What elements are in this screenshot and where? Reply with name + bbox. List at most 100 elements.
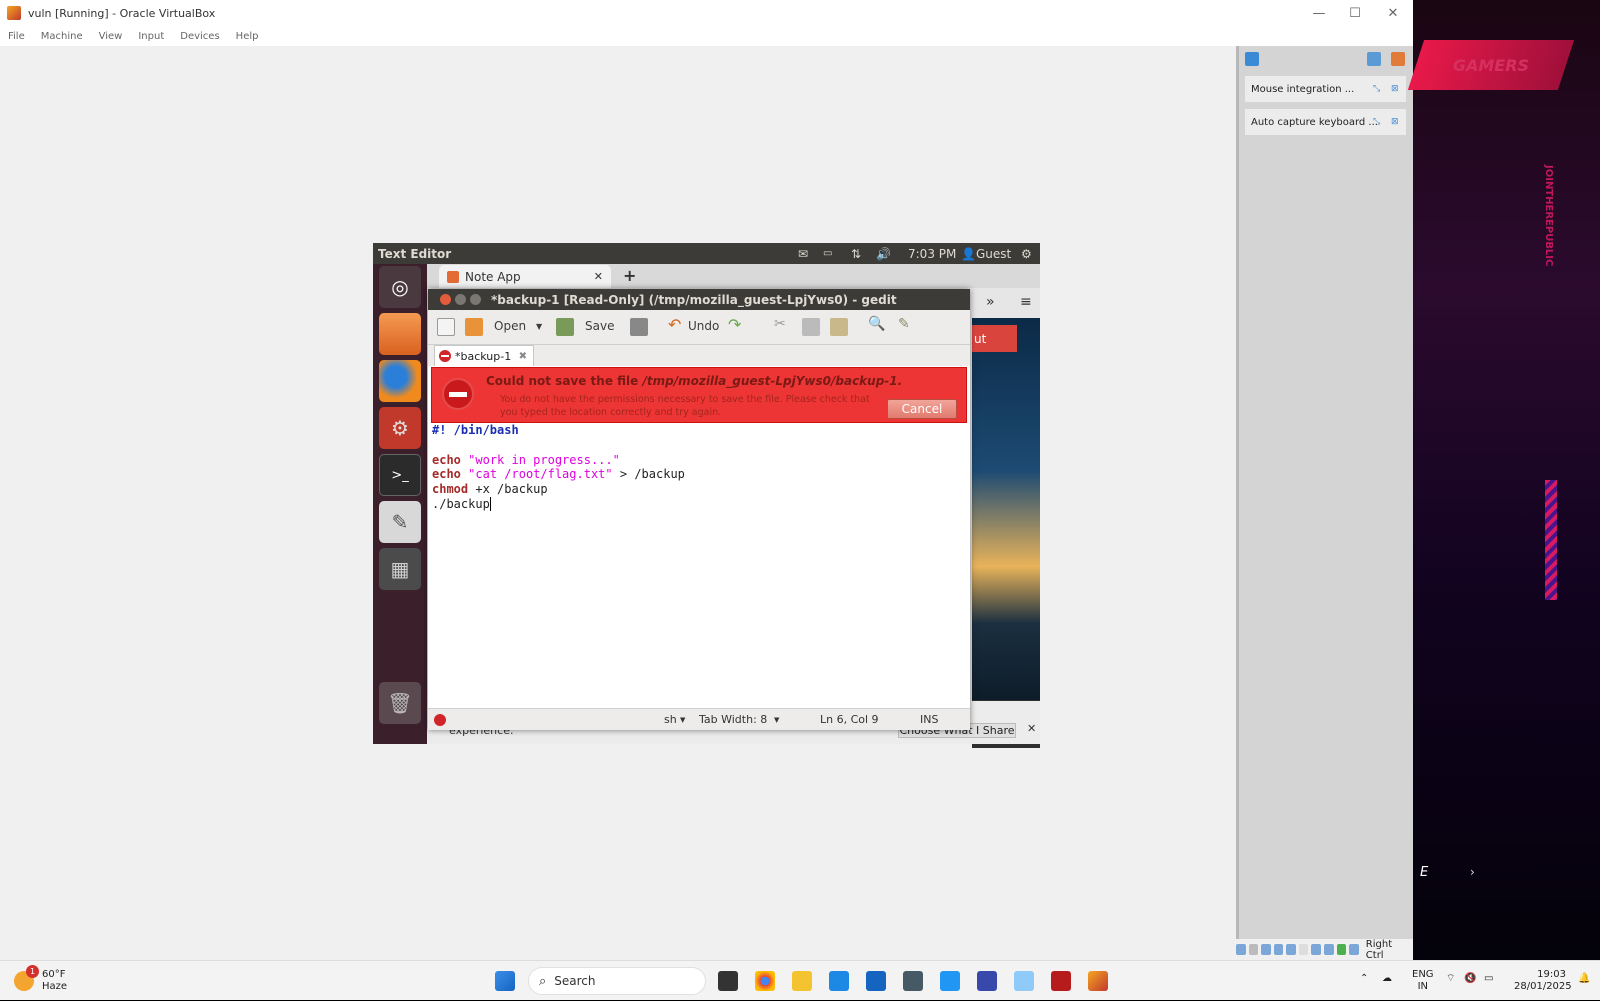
copy-icon[interactable] <box>802 318 820 336</box>
redo-icon[interactable]: ↷ <box>728 315 741 334</box>
battery-icon[interactable]: ▭ <box>1484 973 1493 985</box>
windows-start-icon[interactable] <box>495 971 515 991</box>
menu-input[interactable]: Input <box>138 31 164 42</box>
mouse-integration-icon[interactable] <box>1349 944 1359 955</box>
new-document-icon[interactable] <box>437 318 455 336</box>
notifications-icon[interactable]: 🔔 <box>1578 973 1590 985</box>
network-icon[interactable]: ⇅ <box>851 247 861 261</box>
tray-overflow-icon[interactable]: ⌃ <box>1360 973 1368 985</box>
usb-icon[interactable] <box>1286 944 1296 955</box>
open-folder-icon[interactable] <box>465 318 483 336</box>
shared-folder-icon[interactable] <box>1298 944 1309 955</box>
language-selector[interactable]: sh <box>664 713 677 726</box>
paste-icon[interactable] <box>830 318 848 336</box>
system-settings-icon[interactable]: ⚙ <box>379 407 421 449</box>
close-notification-icon[interactable]: ⊠ <box>1391 84 1401 94</box>
weather-widget[interactable]: 1 60°F Haze <box>14 965 67 993</box>
close-tab-icon[interactable]: ✕ <box>594 270 603 283</box>
panel-toggle-icon[interactable] <box>1367 52 1381 66</box>
settings-gear-icon[interactable]: ⚙ <box>1021 247 1032 261</box>
remote-desktop-icon[interactable] <box>829 971 849 991</box>
notification-center-icon[interactable] <box>1245 52 1259 66</box>
tab-width-selector[interactable]: Tab Width: 8 <box>699 713 767 726</box>
onedrive-icon[interactable]: ☁ <box>1382 973 1392 985</box>
app-icon[interactable] <box>977 971 997 991</box>
notification-mouse-integration[interactable]: Mouse integration ... ⤡ ⊠ <box>1245 76 1406 102</box>
menu-help[interactable]: Help <box>236 31 259 42</box>
gedit-maximize-button[interactable] <box>470 294 481 305</box>
web-page-button[interactable]: ut <box>972 325 1017 352</box>
trash-icon[interactable]: 🗑 <box>379 682 421 724</box>
firefox-icon[interactable] <box>379 360 421 402</box>
close-notification-icon[interactable]: ⊠ <box>1391 117 1401 127</box>
overflow-chevron-icon[interactable]: » <box>986 294 995 310</box>
save-button[interactable]: Save <box>585 319 614 333</box>
dash-home-icon[interactable]: ◎ <box>379 266 421 308</box>
microsoft-store-icon[interactable] <box>866 971 886 991</box>
maximize-button[interactable]: ☐ <box>1336 0 1374 26</box>
audio-icon[interactable] <box>1261 944 1271 955</box>
new-tab-button[interactable]: + <box>623 266 636 285</box>
tab-width-dropdown-icon[interactable]: ▼ <box>774 716 779 724</box>
menu-view[interactable]: View <box>99 31 123 42</box>
menu-machine[interactable]: Machine <box>41 31 83 42</box>
dismiss-all-icon[interactable] <box>1391 52 1405 66</box>
terminal-icon[interactable]: >_ <box>379 454 421 496</box>
language-dropdown-icon[interactable]: ▼ <box>680 716 685 724</box>
text-cursor <box>489 496 499 511</box>
cpu-icon[interactable] <box>1336 944 1347 955</box>
network-icon[interactable] <box>1273 944 1284 955</box>
gedit-window: *backup-1 [Read-Only] (/tmp/mozilla_gues… <box>428 289 970 730</box>
undo-icon[interactable]: ↶ <box>668 315 681 334</box>
print-icon[interactable] <box>630 318 648 336</box>
app-icon-2[interactable] <box>1014 971 1034 991</box>
vscode-icon[interactable] <box>940 971 960 991</box>
menu-file[interactable]: File <box>8 31 25 42</box>
user-menu[interactable]: Guest <box>976 247 1011 261</box>
taskbar-search[interactable]: ⌕ Search <box>528 967 706 995</box>
save-icon[interactable] <box>556 318 574 336</box>
battery-icon[interactable]: ▭ <box>823 248 832 259</box>
document-tab[interactable]: *backup-1 ✖ <box>434 345 534 366</box>
wifi-icon[interactable]: ⌔ <box>1446 973 1455 985</box>
undo-button[interactable]: Undo <box>688 319 719 333</box>
close-notification-icon[interactable]: ✕ <box>1027 722 1036 735</box>
workspace-switcher-icon[interactable]: ▦ <box>379 548 421 590</box>
language-indicator[interactable]: ENG IN <box>1412 969 1434 993</box>
minimize-button[interactable]: — <box>1300 0 1338 26</box>
wallpaper-letter: E <box>1420 865 1429 880</box>
clock[interactable]: 7:03 PM <box>908 247 956 261</box>
close-document-icon[interactable]: ✖ <box>519 351 527 362</box>
replace-icon[interactable]: ✎ <box>898 316 910 332</box>
chrome-icon[interactable] <box>755 971 775 991</box>
app-icon-3[interactable] <box>1051 971 1071 991</box>
code-line: echo "cat /root/flag.txt" > /backup <box>432 467 968 482</box>
virtual-machine-icon[interactable] <box>903 971 923 991</box>
display-icon[interactable] <box>1311 944 1322 955</box>
open-dropdown-icon[interactable]: ▼ <box>536 322 542 331</box>
gedit-minimize-button[interactable] <box>455 294 466 305</box>
hamburger-menu-icon[interactable]: ≡ <box>1020 294 1032 310</box>
volume-muted-icon[interactable]: 🔇 <box>1464 973 1476 985</box>
menu-devices[interactable]: Devices <box>180 31 219 42</box>
close-button[interactable]: ✕ <box>1374 0 1412 26</box>
mail-icon[interactable]: ✉ <box>798 247 808 261</box>
gedit-close-button[interactable] <box>440 294 451 305</box>
virtualbox-taskbar-icon[interactable] <box>1088 971 1108 991</box>
find-icon[interactable]: 🔍 <box>868 316 885 332</box>
volume-icon[interactable]: 🔊 <box>876 247 891 261</box>
clock[interactable]: 19:03 28/01/2025 <box>1514 969 1572 993</box>
task-view-icon[interactable] <box>718 971 738 991</box>
code-editor[interactable]: #! /bin/bash echo "work in progress..." e… <box>432 423 968 706</box>
hard-disk-icon[interactable] <box>1236 944 1246 955</box>
firefox-tab-note-app[interactable]: Note App ✕ <box>439 265 611 288</box>
notification-auto-capture[interactable]: Auto capture keyboard ... ⤡ ⊠ <box>1245 109 1406 135</box>
recording-icon[interactable] <box>1324 944 1334 955</box>
cancel-button[interactable]: Cancel <box>887 399 957 419</box>
cut-icon[interactable]: ✂ <box>774 316 786 332</box>
files-icon[interactable] <box>379 313 421 355</box>
optical-drive-icon[interactable] <box>1248 944 1259 955</box>
open-button[interactable]: Open <box>494 319 526 333</box>
text-editor-icon[interactable]: ✎ <box>379 501 421 543</box>
file-explorer-icon[interactable] <box>792 971 812 991</box>
